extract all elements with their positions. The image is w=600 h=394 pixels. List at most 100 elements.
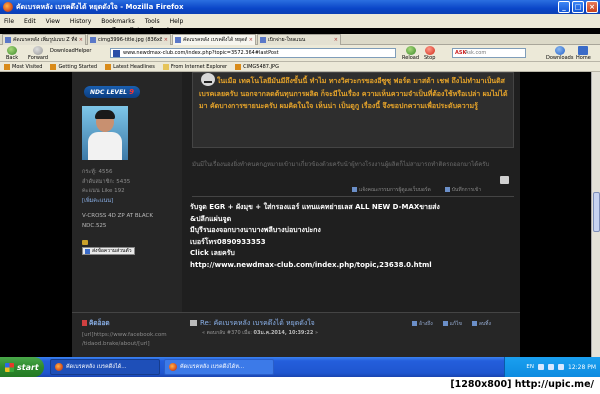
quote-text: ในเมือ เทคโนโลยีมันมีถึงขั้นนี้ ทำไม ทาง… <box>199 77 508 110</box>
signature-line: &ปลีกแผ่นจูด <box>190 214 232 223</box>
start-label: start <box>17 362 39 372</box>
ip-icon <box>444 187 450 192</box>
taskbar-item-label: คัดเบรคหลัง เบรคดึงได้... <box>66 364 127 370</box>
firefox-icon <box>55 363 63 371</box>
menu-edit[interactable]: Edit <box>24 18 36 25</box>
menu-history[interactable]: History <box>70 18 91 25</box>
poster-name[interactable]: คิดอ็อด <box>82 318 110 328</box>
send-pm-label: ส่งข้อความส่วนตัว <box>92 247 132 254</box>
language-indicator[interactable]: EN <box>526 364 534 370</box>
poster-info: NDC LEVEL 9 กระทู้: 4556 ลำดับสมาชิก: 54… <box>72 72 182 312</box>
url-line: /tidaod.brake/about/[url] <box>82 341 150 347</box>
user-car: V-CROSS 4D ZP AT BLACK <box>82 213 153 219</box>
stop-label: Stop <box>424 55 436 61</box>
bookmark-icon <box>4 63 10 70</box>
close-tab-icon[interactable]: × <box>334 37 338 43</box>
menu-view[interactable]: View <box>46 18 60 25</box>
bookmark-latest-headlines[interactable]: Latest Headlines <box>105 63 155 70</box>
favicon-icon <box>90 37 96 43</box>
reload-button[interactable]: Reload <box>402 46 419 61</box>
send-pm-button[interactable]: ส่งข้อความส่วนตัว <box>82 247 135 255</box>
stop-icon <box>424 46 435 55</box>
maximize-button[interactable]: □ <box>572 1 584 13</box>
bookmark-label: From Internet Explorer <box>170 63 228 70</box>
bookmark-label: Latest Headlines <box>113 63 155 70</box>
tab-2[interactable]: cimg3996-title.jpg (836x831px) - ดาวน์..… <box>87 34 171 45</box>
bookmark-label: Most Visited <box>12 63 43 70</box>
reply-icon[interactable] <box>500 176 509 184</box>
favicon-icon <box>175 37 181 43</box>
zoom-controls: Zoom Out Zoom In <box>112 14 172 34</box>
vertical-scrollbar[interactable] <box>591 72 600 357</box>
close-tab-icon[interactable]: × <box>79 37 83 43</box>
signature-line: รับจูด EGR + ผังมุข + ใส่กรองแอร์ แทนแคท… <box>190 203 440 211</box>
minimize-button[interactable]: _ <box>558 1 570 13</box>
menu-bar: File Edit View History Bookmarks Tools H… <box>0 14 600 28</box>
signature-line: มีบุรีรนองจอกบางนาบางพลีบางบ่อบางปะกง <box>190 226 321 234</box>
forward-arrow-icon <box>33 46 44 55</box>
address-bar[interactable]: www.newdmax-club.com/index.php?topic=357… <box>110 48 396 58</box>
zoom-in-button[interactable]: Zoom In <box>150 27 173 34</box>
image-caption-bar: [1280x800] http://upic.me/ <box>0 377 600 394</box>
forward-label: Forward <box>28 55 49 61</box>
url-text: www.newdmax-club.com/index.php?topic=357… <box>123 50 279 56</box>
user-group: NDC.525 <box>82 222 107 229</box>
tray-icon[interactable] <box>538 364 544 370</box>
post-title-text: Re: คัดเบรคหลัง เบรคดึงได้ หยุดดังใจ <box>200 319 315 327</box>
taskbar-item-2[interactable]: คัดเบรคหลัง เบรคดึงได้ห... <box>164 359 274 375</box>
poster-url: [url]https://www.facebook.com /tidaod.br… <box>82 331 178 349</box>
tray-icon[interactable] <box>558 364 564 370</box>
bookmarks-bar: Most Visited Getting Started Latest Head… <box>0 62 600 72</box>
post-title[interactable]: Re: คัดเบรคหลัง เบรคดึงได้ หยุดดังใจ <box>190 318 315 329</box>
stop-button[interactable]: Stop <box>424 46 435 61</box>
tab-1[interactable]: คัดเบรคหลัง เพิ่มรูปแบบ Z ที่จัดพร้อมเพิ… <box>2 34 86 45</box>
logged-link[interactable]: บันทึกการเข้า <box>444 186 482 194</box>
report-link[interactable]: แจ้งคณะกรรมการผู้ดูแลเว็บบอร์ด <box>352 186 431 194</box>
tab-3[interactable]: คัดเบรคหลัง เบรคดึงได้ หยุดดังใจ × <box>172 34 256 45</box>
quote-button[interactable]: อ้างถึง <box>412 320 433 328</box>
search-input[interactable]: ASK Ask.com <box>452 48 526 58</box>
reload-label: Reload <box>402 55 420 61</box>
add-score-link[interactable]: [เพิ่มคะแนน] <box>82 197 153 207</box>
user-stats: กระทู้: 4556 ลำดับสมาชิก: 5435 คะแนน Lik… <box>82 168 153 231</box>
signature-phone: เบอร์โทร0890933353 <box>190 237 266 246</box>
edit-button[interactable]: แก้ไข <box>443 320 462 328</box>
logged-label: บันทึกการเข้า <box>451 187 482 193</box>
bookmark-folder-ie[interactable]: From Internet Explorer <box>162 63 228 70</box>
message-icon <box>85 248 90 254</box>
poster-name-text: คิดอ็อด <box>89 319 110 327</box>
firefox-icon <box>169 363 177 371</box>
reload-icon <box>405 46 416 55</box>
bookmark-most-visited[interactable]: Most Visited <box>4 63 43 70</box>
rss-icon <box>105 63 112 70</box>
back-label: Back <box>6 55 19 61</box>
zoom-out-button[interactable]: Zoom Out <box>112 27 140 34</box>
tray-icon[interactable] <box>548 364 554 370</box>
forward-button[interactable]: Forward <box>28 46 48 61</box>
downloads-button[interactable]: Downloads <box>546 46 573 61</box>
close-tab-icon[interactable]: × <box>164 37 168 43</box>
home-button[interactable]: Home <box>576 46 591 61</box>
delete-button[interactable]: ลบทิ้ง <box>472 320 491 328</box>
avatar[interactable] <box>82 106 128 160</box>
post-actions: แจ้งคณะกรรมการผู้ดูแลเว็บบอร์ด บันทึกการ… <box>352 186 481 194</box>
download-helper-button[interactable]: DownloadHelper <box>50 48 91 54</box>
title-bar: คัดเบรคหลัง เบรคดึงได้ หยุดดังใจ - Mozil… <box>0 0 600 14</box>
bookmark-getting-started[interactable]: Getting Started <box>50 63 97 70</box>
close-tab-icon[interactable]: × <box>249 37 253 43</box>
tab-4[interactable]: เบิกจ่าย-ใหลแนน × <box>257 34 341 45</box>
signature: รับจูด EGR + ผังมุข + ใส่กรองแอร์ แทนแคท… <box>190 202 516 271</box>
downloads-label: Downloads <box>546 55 574 61</box>
start-button[interactable]: start <box>0 357 44 377</box>
signature-link[interactable]: http://www.newdmax-club.com/index.php/to… <box>190 260 516 272</box>
menu-file[interactable]: File <box>4 18 14 25</box>
bookmark-label: CIMG5487.JPG <box>243 63 279 70</box>
bookmark-cimg[interactable]: CIMG5487.JPG <box>235 63 279 70</box>
post-count: กระทู้: 4556 <box>82 169 113 175</box>
clock: 12:28 PM <box>568 363 596 371</box>
close-button[interactable]: × <box>586 1 598 13</box>
taskbar-item-1[interactable]: คัดเบรคหลัง เบรคดึงได้... <box>50 359 160 375</box>
scrollbar-thumb[interactable] <box>593 192 600 232</box>
back-button[interactable]: Back <box>6 46 18 61</box>
ask-search-icon: ASK <box>455 50 467 56</box>
